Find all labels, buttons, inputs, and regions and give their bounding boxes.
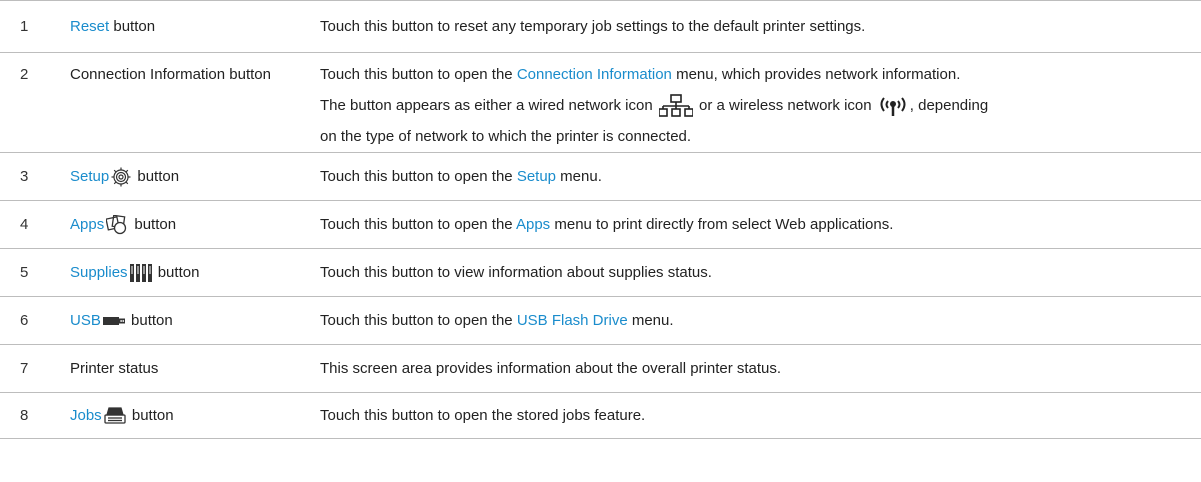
- usb-icon: [102, 316, 125, 326]
- supplies-icon: [129, 264, 152, 283]
- setup-menu-link[interactable]: Setup: [517, 168, 556, 185]
- row-number: 7: [20, 360, 29, 377]
- item-description: Touch this button to open the USB Flash …: [320, 312, 674, 329]
- item-description: Touch this button to view information ab…: [320, 264, 712, 281]
- table-row: 4 Apps button Touch this button to open …: [0, 200, 1201, 248]
- item-description: Touch this button to open the Apps menu …: [320, 216, 894, 233]
- row-number: 6: [20, 312, 29, 329]
- apps-icon: [106, 215, 128, 235]
- table-row: 6 USB button Touch this button to open t…: [0, 296, 1201, 344]
- item-description: Touch this button to open the stored job…: [320, 407, 646, 424]
- supplies-link[interactable]: Supplies: [70, 264, 128, 281]
- table-row: 8 Jobs button Touch this button to open …: [0, 392, 1201, 439]
- row-number: 3: [20, 168, 29, 185]
- item-name: USB button: [70, 312, 173, 329]
- item-name: Supplies button: [70, 264, 200, 283]
- row-number: 1: [20, 18, 29, 35]
- table-row: 7 Printer status This screen area provid…: [0, 344, 1201, 392]
- item-name: Apps button: [60, 212, 320, 237]
- connection-information-link[interactable]: Connection Information: [517, 66, 672, 83]
- table-row: 3 Setup button Touch this button to open…: [0, 152, 1201, 200]
- item-name: Reset button: [70, 18, 156, 35]
- apps-menu-link[interactable]: Apps: [516, 216, 550, 233]
- control-panel-legend-table: 1 Reset button Touch this button to rese…: [0, 0, 1201, 439]
- usb-flash-drive-link[interactable]: USB Flash Drive: [517, 312, 628, 329]
- row-number: 5: [20, 264, 29, 281]
- row-number: 2: [20, 66, 29, 83]
- table-row: 1 Reset button Touch this button to rese…: [0, 0, 1201, 52]
- item-description: Touch this button to reset any temporary…: [320, 18, 866, 35]
- wired-network-icon: [658, 94, 693, 118]
- item-description: Touch this button to open the Connection…: [320, 66, 989, 145]
- table-row: 2 Connection Information button Touch th…: [0, 52, 1201, 152]
- row-number: 8: [20, 407, 29, 424]
- table-row: 5 Supplies button Touch this button to v…: [0, 248, 1201, 296]
- item-name: Connection Information button: [70, 66, 271, 83]
- item-description: This screen area provides information ab…: [320, 360, 782, 377]
- jobs-icon: [104, 407, 126, 425]
- item-name: Jobs button: [70, 407, 174, 425]
- gear-icon: [111, 167, 131, 187]
- item-name: Printer status: [70, 360, 159, 377]
- reset-link[interactable]: Reset: [70, 18, 109, 35]
- apps-link[interactable]: Apps: [70, 216, 104, 233]
- setup-link[interactable]: Setup: [70, 168, 109, 185]
- wireless-network-icon: [878, 95, 908, 117]
- item-description: Touch this button to open the Setup menu…: [320, 168, 602, 185]
- jobs-link[interactable]: Jobs: [70, 407, 102, 424]
- usb-link[interactable]: USB: [70, 312, 101, 329]
- item-name: Setup button: [60, 164, 320, 189]
- row-number: 4: [20, 216, 29, 233]
